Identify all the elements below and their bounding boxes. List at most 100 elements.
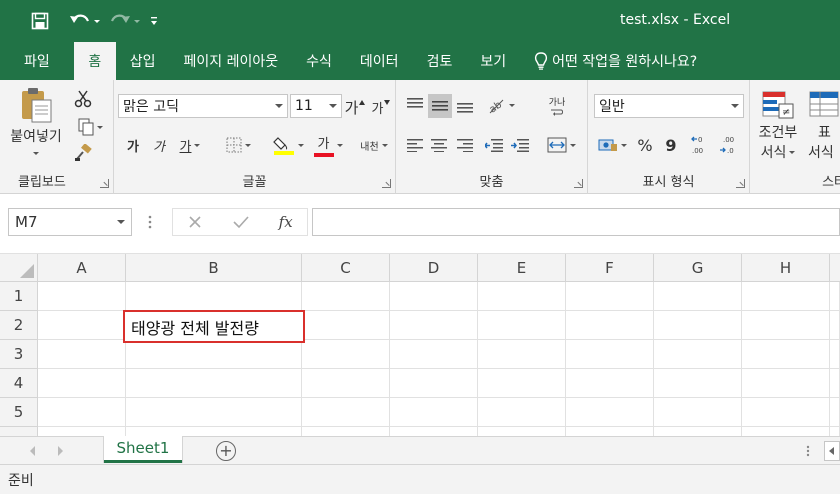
formula-bar-grip-icon[interactable] — [148, 212, 152, 232]
grid-cell[interactable] — [126, 398, 302, 427]
grow-font-button[interactable]: 가 — [344, 96, 366, 118]
tab-home[interactable]: 홈 — [73, 42, 116, 80]
grid-cell[interactable] — [302, 398, 390, 427]
phonetic-button[interactable]: 내천 — [356, 134, 392, 156]
align-middle-button[interactable] — [428, 94, 452, 118]
redo-button[interactable] — [104, 6, 144, 36]
grid-cell[interactable] — [390, 398, 478, 427]
italic-button[interactable]: 가 — [148, 134, 170, 156]
formula-input[interactable] — [312, 208, 840, 236]
grid-cell[interactable] — [742, 398, 830, 427]
fill-color-button[interactable] — [268, 134, 308, 156]
grid-cell[interactable] — [654, 340, 742, 369]
number-launcher-icon[interactable] — [736, 179, 745, 188]
row-header-4[interactable]: 4 — [0, 369, 38, 398]
grid-cell[interactable] — [302, 311, 390, 340]
insert-function-button[interactable]: fx — [279, 213, 293, 231]
grid-cell[interactable] — [654, 369, 742, 398]
grid-cell[interactable] — [478, 282, 566, 311]
confirm-icon[interactable] — [232, 214, 250, 230]
grid-cell[interactable] — [654, 427, 742, 436]
grid-cell[interactable] — [126, 282, 302, 311]
decrease-decimal-button[interactable]: .00 .0 — [718, 132, 742, 158]
grid-cell[interactable] — [390, 282, 478, 311]
name-box[interactable]: M7 — [8, 208, 132, 236]
clipboard-launcher-icon[interactable] — [100, 179, 109, 188]
row-header-2[interactable]: 2 — [0, 311, 38, 340]
scroll-left-icon[interactable] — [824, 441, 840, 461]
grid-cell[interactable] — [830, 340, 840, 369]
cancel-icon[interactable] — [187, 214, 203, 230]
bold-button[interactable]: 가 — [122, 134, 144, 156]
increase-indent-button[interactable] — [508, 134, 532, 156]
shrink-font-button[interactable]: 가 — [370, 96, 392, 118]
percent-style-button[interactable]: % — [634, 134, 656, 156]
row-header-5[interactable]: 5 — [0, 398, 38, 427]
grid-cell[interactable] — [390, 369, 478, 398]
tab-page-layout[interactable]: 페이지 레이아웃 — [170, 42, 293, 80]
number-format-select[interactable]: 일반 — [594, 94, 744, 118]
accounting-format-button[interactable] — [594, 134, 630, 156]
column-header-g[interactable]: G — [654, 254, 742, 282]
grid-cell[interactable] — [38, 427, 126, 436]
grid-cell[interactable] — [830, 282, 840, 311]
column-header-a[interactable]: A — [38, 254, 126, 282]
align-top-button[interactable] — [404, 94, 426, 116]
align-right-button[interactable] — [454, 134, 476, 156]
font-launcher-icon[interactable] — [382, 179, 391, 188]
grid-cell[interactable] — [38, 282, 126, 311]
grid-cell[interactable] — [478, 398, 566, 427]
grid-cell[interactable] — [302, 369, 390, 398]
row-header-6[interactable] — [0, 427, 38, 436]
grid-cell[interactable] — [302, 282, 390, 311]
cell-area[interactable] — [38, 282, 840, 436]
grid-cell[interactable] — [478, 427, 566, 436]
grid-cell[interactable] — [38, 311, 126, 340]
grid-cell[interactable] — [830, 311, 840, 340]
align-bottom-button[interactable] — [454, 94, 476, 116]
underline-button[interactable]: 가 — [172, 134, 208, 156]
grid-cell[interactable] — [742, 427, 830, 436]
tab-data[interactable]: 데이터 — [346, 42, 413, 80]
select-all-button[interactable] — [0, 254, 38, 282]
alignment-launcher-icon[interactable] — [574, 179, 583, 188]
tab-formulas[interactable]: 수식 — [292, 42, 346, 80]
copy-button[interactable] — [72, 116, 108, 138]
tab-insert[interactable]: 삽입 — [116, 42, 170, 80]
grid-cell[interactable] — [830, 427, 840, 436]
merge-center-button[interactable] — [542, 134, 580, 156]
grid-cell[interactable] — [390, 427, 478, 436]
tell-me-box[interactable]: 어떤 작업을 원하시나요? — [520, 42, 697, 80]
paste-button[interactable]: 붙여넣기 — [4, 86, 68, 168]
grid-cell[interactable] — [742, 282, 830, 311]
column-header-f[interactable]: F — [566, 254, 654, 282]
column-header-b[interactable]: B — [126, 254, 302, 282]
orientation-button[interactable]: ab — [482, 94, 518, 116]
increase-decimal-button[interactable]: 0 .00 — [690, 132, 714, 158]
tab-view[interactable]: 보기 — [466, 42, 520, 80]
grid-cell[interactable] — [830, 398, 840, 427]
row-header-3[interactable]: 3 — [0, 340, 38, 369]
grid-cell[interactable] — [390, 340, 478, 369]
undo-button[interactable] — [64, 6, 104, 36]
horizontal-scroll-grip-icon[interactable] — [806, 444, 810, 458]
grid-cell[interactable] — [566, 282, 654, 311]
grid-cell[interactable] — [742, 340, 830, 369]
grid-cell[interactable] — [38, 340, 126, 369]
row-header-1[interactable]: 1 — [0, 282, 38, 311]
prev-sheet-icon[interactable] — [30, 446, 35, 456]
grid-cell[interactable] — [126, 340, 302, 369]
grid-cell[interactable] — [126, 427, 302, 436]
column-header-h[interactable]: H — [742, 254, 830, 282]
align-center-button[interactable] — [428, 134, 450, 156]
grid-cell[interactable] — [566, 369, 654, 398]
grid-cell[interactable] — [830, 369, 840, 398]
grid-cell[interactable] — [654, 398, 742, 427]
grid-cell[interactable] — [302, 340, 390, 369]
tab-file[interactable]: 파일 — [0, 42, 74, 80]
font-name-select[interactable]: 맑은 고딕 — [118, 94, 288, 118]
grid-cell[interactable] — [126, 369, 302, 398]
cut-button[interactable] — [72, 88, 94, 110]
font-color-button[interactable]: 가 — [310, 132, 346, 158]
font-size-select[interactable]: 11 — [290, 94, 342, 118]
